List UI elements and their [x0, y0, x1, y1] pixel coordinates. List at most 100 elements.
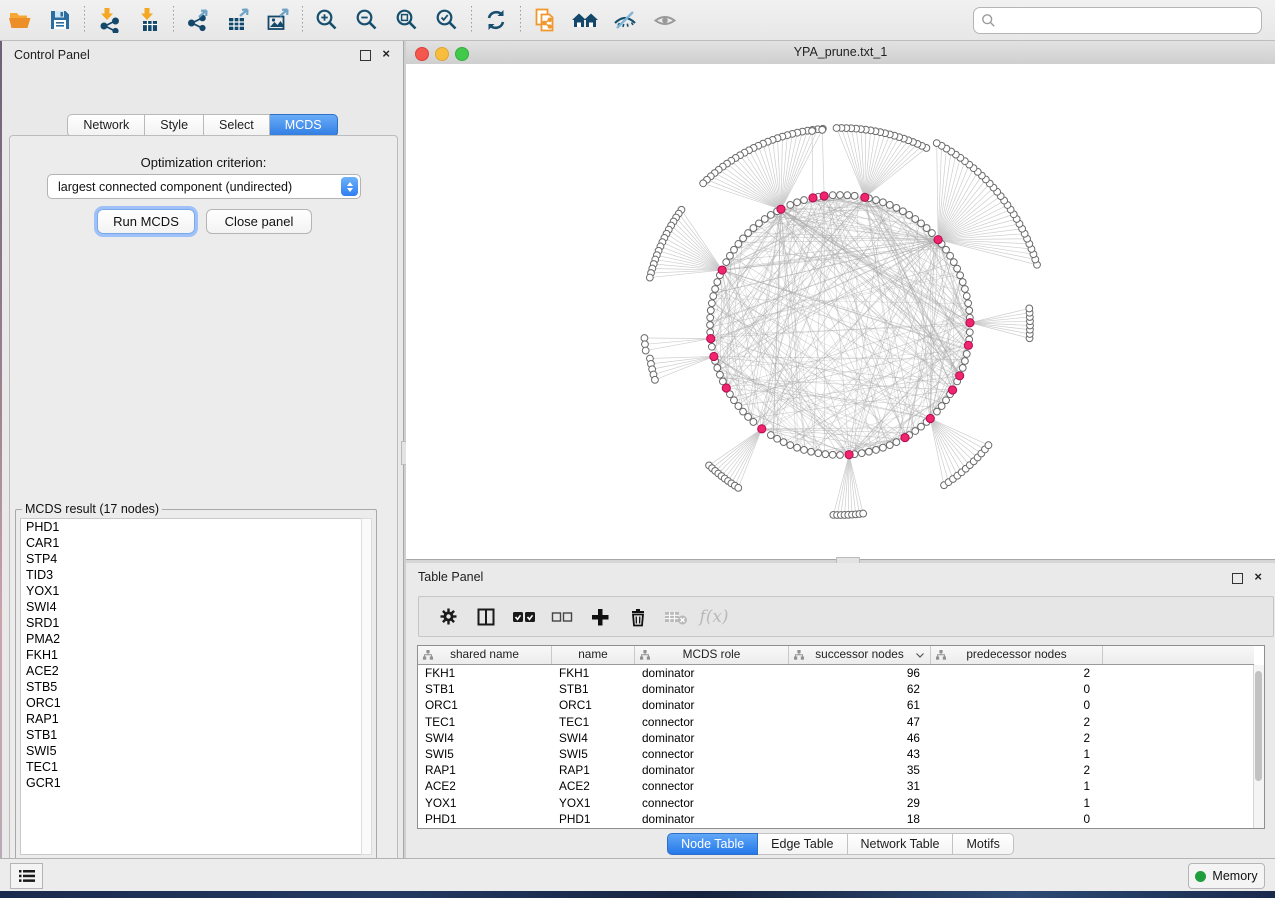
- graph-node[interactable]: [966, 307, 973, 314]
- tab-network[interactable]: Network: [67, 114, 145, 137]
- graph-node[interactable]: [965, 300, 972, 307]
- graph-node[interactable]: [829, 451, 836, 458]
- graph-node[interactable]: [873, 197, 880, 204]
- graph-node[interactable]: [718, 266, 726, 274]
- select-all-button[interactable]: [505, 601, 543, 633]
- graph-node[interactable]: [708, 343, 715, 350]
- graph-node[interactable]: [777, 205, 785, 213]
- zoom-in-button[interactable]: [307, 3, 347, 37]
- close-panel-icon[interactable]: ×: [1254, 570, 1262, 584]
- tab-motifs[interactable]: Motifs: [953, 833, 1013, 855]
- graph-node[interactable]: [861, 193, 869, 201]
- graph-node[interactable]: [963, 351, 970, 358]
- graph-node[interactable]: [780, 439, 787, 446]
- table-scrollbar[interactable]: [1253, 665, 1264, 828]
- graph-node[interactable]: [873, 447, 880, 454]
- hide-selected-button[interactable]: [605, 3, 645, 37]
- graph-node[interactable]: [837, 452, 844, 459]
- graph-node[interactable]: [959, 279, 966, 286]
- mcds-result-scrollbar[interactable]: [361, 518, 372, 855]
- graph-node[interactable]: [860, 510, 867, 517]
- graph-node[interactable]: [893, 439, 900, 446]
- graph-node[interactable]: [756, 220, 763, 227]
- graph-node[interactable]: [761, 216, 768, 223]
- graph-node[interactable]: [774, 435, 781, 442]
- graph-node[interactable]: [880, 199, 887, 206]
- function-builder-button[interactable]: f(x): [695, 601, 733, 633]
- graph-node[interactable]: [1026, 305, 1033, 312]
- mcds-result-item[interactable]: STB1: [21, 727, 361, 743]
- graph-node[interactable]: [758, 425, 766, 433]
- graph-node[interactable]: [714, 365, 721, 372]
- graph-node[interactable]: [934, 236, 942, 244]
- graph-node[interactable]: [646, 274, 653, 281]
- graph-node[interactable]: [833, 125, 840, 132]
- zoom-selected-button[interactable]: [427, 3, 467, 37]
- show-panels-button[interactable]: [10, 863, 43, 889]
- mcds-result-item[interactable]: STB5: [21, 679, 361, 695]
- delete-column-button[interactable]: [657, 601, 695, 633]
- zoom-out-button[interactable]: [347, 3, 387, 37]
- table-row[interactable]: SWI4SWI4dominator462: [418, 730, 1254, 746]
- mcds-result-item[interactable]: ORC1: [21, 695, 361, 711]
- zoom-fit-button[interactable]: [387, 3, 427, 37]
- graph-node[interactable]: [957, 272, 964, 279]
- mcds-result-item[interactable]: FKH1: [21, 647, 361, 663]
- graph-node[interactable]: [829, 192, 836, 199]
- mcds-result-item[interactable]: TEC1: [21, 759, 361, 775]
- table-row[interactable]: ACE2ACE2connector311: [418, 778, 1254, 794]
- run-mcds-button[interactable]: Run MCDS: [97, 209, 195, 234]
- graph-node[interactable]: [851, 192, 858, 199]
- mcds-result-list[interactable]: PHD1CAR1STP4TID3YOX1SWI4SRD1PMA2FKH1ACE2…: [20, 518, 362, 855]
- graph-node[interactable]: [956, 372, 964, 380]
- graph-node[interactable]: [926, 414, 934, 422]
- graph-node[interactable]: [822, 451, 829, 458]
- column-header-shared-name[interactable]: shared name: [418, 646, 552, 664]
- graph-node[interactable]: [918, 423, 925, 430]
- close-panel-button[interactable]: Close panel: [206, 209, 312, 234]
- graph-node[interactable]: [787, 201, 794, 208]
- graph-node[interactable]: [710, 293, 717, 300]
- graph-node[interactable]: [767, 432, 774, 439]
- graph-node[interactable]: [964, 341, 972, 349]
- tab-style[interactable]: Style: [145, 114, 204, 137]
- graph-node[interactable]: [767, 212, 774, 219]
- table-row[interactable]: ORC1ORC1dominator610: [418, 697, 1254, 713]
- import-table-button[interactable]: [129, 3, 169, 37]
- graph-node[interactable]: [700, 180, 707, 187]
- export-image-button[interactable]: [258, 3, 298, 37]
- tab-select[interactable]: Select: [204, 114, 270, 137]
- mcds-result-item[interactable]: SWI5: [21, 743, 361, 759]
- graph-node[interactable]: [820, 192, 828, 200]
- refresh-button[interactable]: [476, 3, 516, 37]
- graph-node[interactable]: [707, 334, 715, 342]
- graph-node[interactable]: [708, 300, 715, 307]
- graph-node[interactable]: [707, 314, 714, 321]
- graph-node[interactable]: [727, 252, 734, 259]
- graph-node[interactable]: [740, 235, 747, 242]
- table-row[interactable]: PHD1PHD1dominator180: [418, 811, 1254, 827]
- graph-node[interactable]: [731, 397, 738, 404]
- graph-node[interactable]: [886, 442, 893, 449]
- optimization-criterion-select[interactable]: largest connected component (undirected): [47, 174, 361, 199]
- graph-node[interactable]: [731, 246, 738, 253]
- graph-node[interactable]: [819, 126, 826, 133]
- graph-node[interactable]: [837, 192, 844, 199]
- export-network-button[interactable]: [178, 3, 218, 37]
- graph-node[interactable]: [966, 329, 973, 336]
- graph-node[interactable]: [858, 450, 865, 457]
- graph-node[interactable]: [794, 444, 801, 451]
- graph-node[interactable]: [641, 335, 648, 342]
- graph-node[interactable]: [745, 230, 752, 237]
- table-row[interactable]: RAP1RAP1dominator352: [418, 762, 1254, 778]
- memory-button[interactable]: Memory: [1188, 863, 1265, 889]
- graph-node[interactable]: [985, 442, 992, 449]
- column-header-mcds-role[interactable]: MCDS role: [635, 646, 789, 664]
- graph-node[interactable]: [954, 265, 961, 272]
- mcds-result-item[interactable]: CAR1: [21, 535, 361, 551]
- graph-node[interactable]: [794, 199, 801, 206]
- graph-node[interactable]: [906, 212, 913, 219]
- mcds-result-item[interactable]: PHD1: [21, 519, 361, 535]
- graph-node[interactable]: [642, 347, 649, 354]
- graph-node[interactable]: [750, 419, 757, 426]
